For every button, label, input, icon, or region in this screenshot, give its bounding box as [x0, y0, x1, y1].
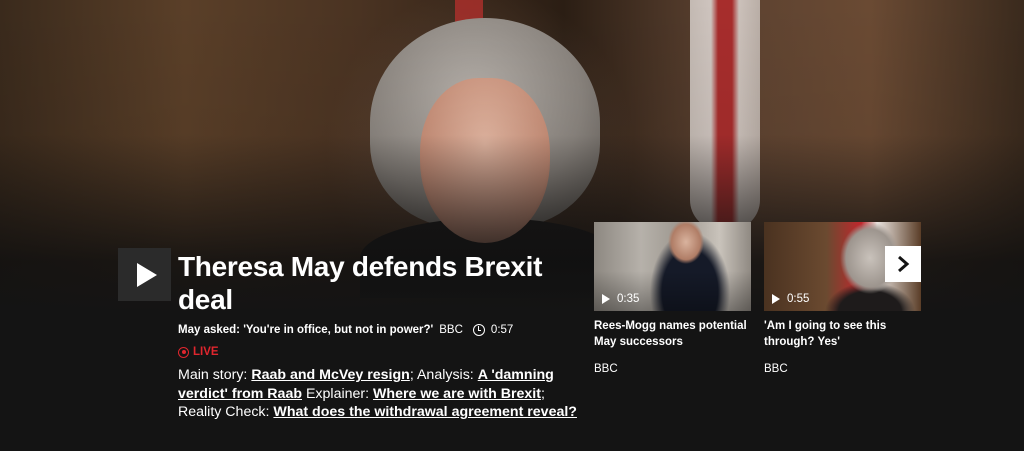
headline-link[interactable]: Theresa May defends Brexit deal	[178, 250, 578, 316]
main-story-link[interactable]: Raab and McVey resign	[251, 367, 410, 383]
media-duration: 0:57	[490, 324, 514, 336]
reality-check-link[interactable]: What does the withdrawal agreement revea…	[273, 404, 577, 420]
play-icon	[772, 294, 780, 304]
play-button[interactable]	[118, 248, 171, 301]
explainer-link[interactable]: Where we are with Brexit	[373, 386, 541, 402]
video-source: BBC	[764, 363, 788, 375]
media-subtitle: May asked: 'You're in office, but not in…	[178, 324, 434, 336]
video-source: BBC	[594, 363, 618, 375]
video-duration: 0:55	[787, 293, 810, 305]
media-source: BBC	[439, 324, 463, 336]
main-story-label: Main story:	[178, 367, 248, 383]
explainer-label: Explainer:	[305, 385, 370, 402]
analysis-label: Analysis:	[416, 367, 474, 383]
related-links: Main story: Raab and McVey resign; Analy…	[178, 366, 578, 422]
separator: ;	[540, 385, 545, 402]
chevron-right-icon	[898, 255, 910, 273]
video-title-link[interactable]: 'Am I going to see this through? Yes'	[764, 319, 921, 350]
live-icon	[178, 346, 189, 358]
play-icon	[602, 294, 610, 304]
carousel-next-button[interactable]	[885, 246, 921, 282]
clock-icon	[472, 324, 485, 336]
media-meta: May asked: 'You're in office, but not in…	[178, 324, 513, 336]
media-promo: Theresa May defends Brexit deal May aske…	[0, 0, 1024, 451]
video-card[interactable]: 0:35 Rees-Mogg names potential May succe…	[594, 222, 751, 375]
reality-check-label: Reality Check:	[178, 404, 270, 420]
video-duration: 0:35	[617, 293, 640, 305]
video-thumbnail[interactable]: 0:35	[594, 222, 751, 311]
video-card[interactable]: 0:55 'Am I going to see this through? Ye…	[764, 222, 921, 375]
play-icon	[136, 262, 157, 287]
live-badge: LIVE	[178, 346, 219, 358]
separator: ;	[409, 367, 414, 383]
video-title-link[interactable]: Rees-Mogg names potential May successors	[594, 319, 751, 350]
live-label: LIVE	[193, 346, 219, 358]
duration-overlay: 0:55	[772, 293, 809, 305]
duration-overlay: 0:35	[602, 293, 639, 305]
